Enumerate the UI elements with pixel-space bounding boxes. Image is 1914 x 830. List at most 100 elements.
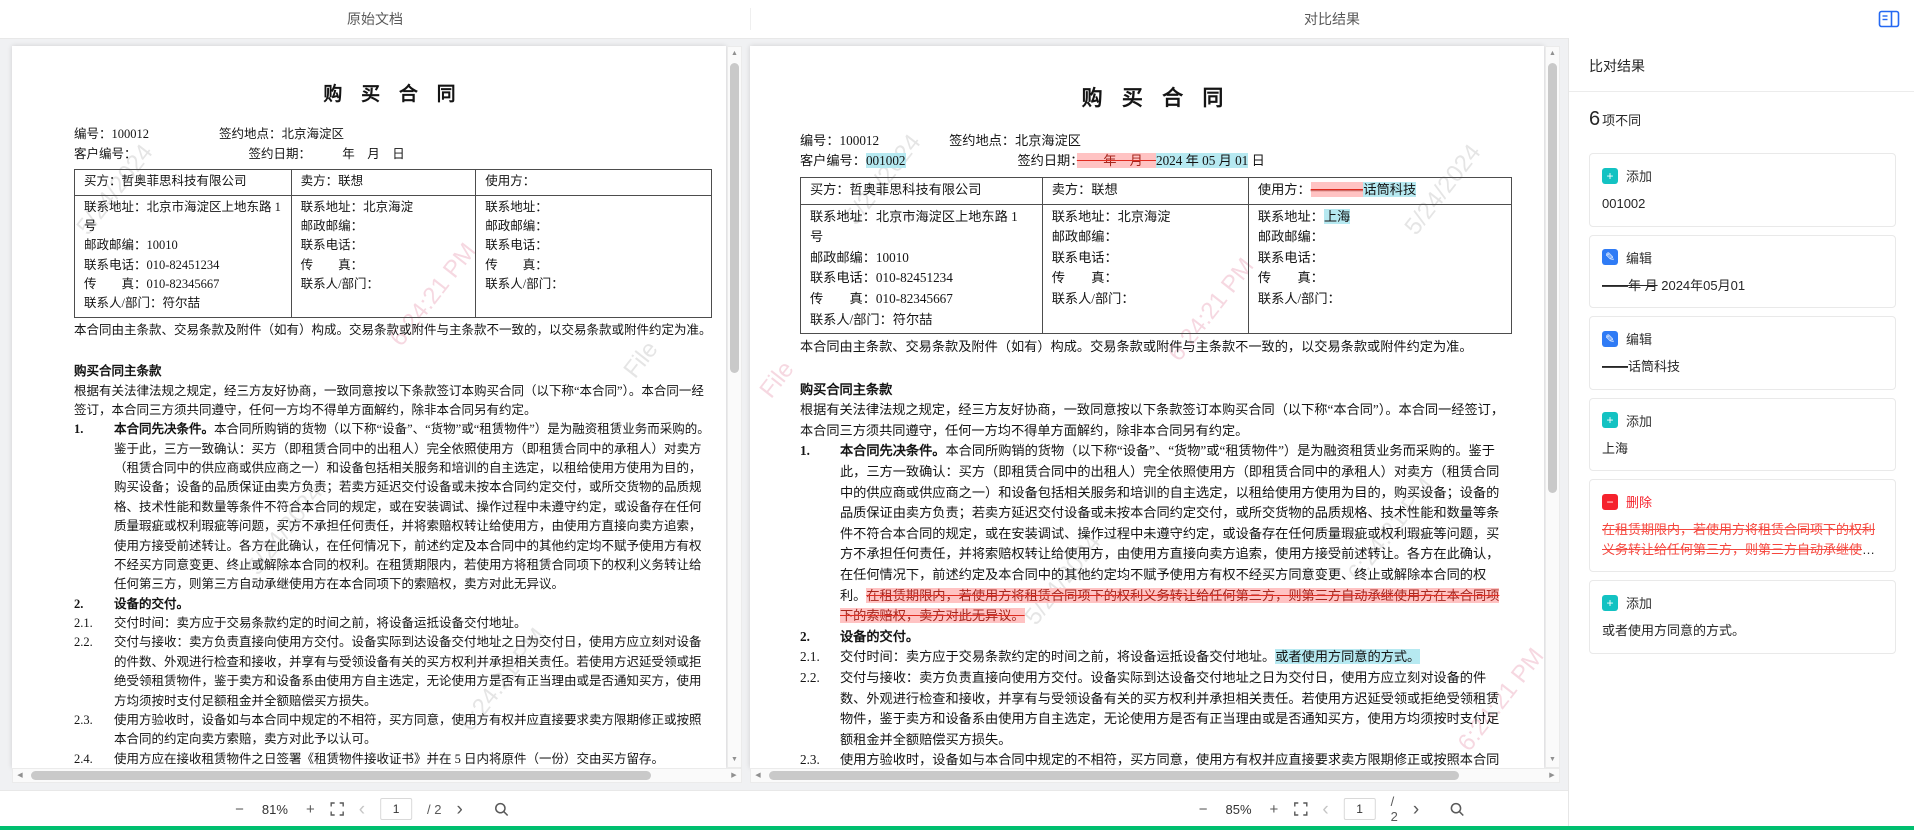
edit-icon: ✎ bbox=[1602, 331, 1618, 347]
vertical-scrollbar[interactable]: ▲ ▼ bbox=[1545, 46, 1560, 768]
compared-contract-content: 购 买 合 同 编号：100012签约地点：北京海淀区客户编号：001002签约… bbox=[750, 46, 1544, 768]
clause-text: 本合同先决条件。本合同所购销的货物（以下称“设备”、“货物”或“租赁物件”）是为… bbox=[840, 441, 1512, 626]
vertical-scroll-thumb[interactable] bbox=[1548, 63, 1557, 493]
text-segment: 编号：100012 bbox=[800, 133, 879, 148]
detail-line: 联系地址：北京海淀 bbox=[1052, 207, 1239, 228]
clause-number: 2. bbox=[74, 595, 114, 614]
detail-line: 邮政邮编： bbox=[485, 217, 702, 236]
fit-page-icon[interactable] bbox=[330, 802, 344, 816]
diff-card[interactable]: −删除在租赁期限内，若使用方将租赁合同项下的权利义务转让给任何第三方，则第三方自… bbox=[1589, 479, 1896, 572]
diff-text: ——年 月 2024年05月01 bbox=[1602, 276, 1883, 296]
search-icon[interactable] bbox=[494, 802, 509, 817]
clause-text: 交付与接收：卖方负责直接向使用方交付。设备实际到达设备交付地址之日为交付日，使用… bbox=[114, 633, 712, 711]
next-page-button[interactable]: › bbox=[1413, 800, 1419, 819]
detail-line: 联系地址：北京市海淀区上地东路 1 号 bbox=[810, 207, 1033, 248]
diff-card[interactable]: ✎编辑——话筒科技 bbox=[1589, 316, 1896, 390]
zoom-in-button[interactable]: + bbox=[1270, 802, 1279, 817]
text-segment: 签约日期： bbox=[1018, 153, 1077, 168]
party-header-cell: 买方：哲奥菲思科技有限公司 bbox=[75, 170, 292, 195]
clause-text: 设备的交付。 bbox=[114, 595, 712, 614]
compare-result-page[interactable]: 5/24/2024File6:24:21 PM5/24/20245/24/202… bbox=[750, 46, 1544, 768]
diff-segment-add: 或者使用方同意的方式。 bbox=[1275, 649, 1420, 664]
text-segment: 联系地址： bbox=[485, 200, 548, 214]
vertical-scroll-thumb[interactable] bbox=[730, 63, 739, 373]
diff-segment-del: 年 月 bbox=[1077, 153, 1156, 168]
scroll-down-icon[interactable]: ▼ bbox=[1546, 753, 1559, 767]
clause-text: 使用方应在接收租赁物件之日签署《租赁物件接收证书》并在 5 日内将原件（一份）交… bbox=[114, 750, 712, 768]
text-segment: 联系人/部门： bbox=[1052, 291, 1135, 306]
clause: 1.本合同先决条件。本合同所购销的货物（以下称“设备”、“货物”或“租赁物件”）… bbox=[800, 441, 1512, 626]
detail-line: 联系人/部门： bbox=[1258, 289, 1502, 310]
scroll-left-icon[interactable]: ◀ bbox=[13, 769, 27, 782]
sidebar-title: 比对结果 bbox=[1569, 38, 1914, 92]
diff-type-label: 添加 bbox=[1626, 593, 1652, 612]
diff-segment-add: 2024 年 05 月 01 bbox=[1156, 153, 1248, 168]
detail-line: 联系地址：北京市海淀区上地东路 1 号 bbox=[84, 198, 282, 237]
contract-meta-line: 编号：100012签约地点：北京海淀区 bbox=[74, 125, 712, 144]
parties-table: 买方：哲奥菲思科技有限公司卖方：联想使用方：联系地址：北京市海淀区上地东路 1 … bbox=[74, 169, 712, 318]
scroll-right-icon[interactable]: ▶ bbox=[727, 769, 741, 782]
text-segment: 设备的交付。 bbox=[840, 629, 919, 644]
horizontal-scroll-thumb[interactable] bbox=[769, 771, 1459, 780]
meta-left-field: 编号：100012 bbox=[800, 133, 879, 148]
fit-page-icon[interactable] bbox=[1293, 802, 1307, 816]
clause: 2.设备的交付。 bbox=[800, 627, 1512, 648]
detail-line: 传 真： bbox=[1258, 268, 1502, 289]
diff-type-label: 删除 bbox=[1626, 492, 1652, 511]
clause-number: 2.4. bbox=[74, 750, 114, 768]
prev-page-button[interactable]: ‹ bbox=[1322, 800, 1328, 819]
diff-type-label: 编辑 bbox=[1626, 248, 1652, 267]
diff-card[interactable]: +添加上海 bbox=[1589, 398, 1896, 472]
text-segment: 客户编号： bbox=[74, 147, 137, 161]
prev-page-button[interactable]: ‹ bbox=[359, 800, 365, 819]
compare-result-tab-title: 对比结果 bbox=[1304, 0, 1360, 38]
scroll-up-icon[interactable]: ▲ bbox=[728, 47, 741, 61]
text-segment: 联系人/部门：符尔喆 bbox=[84, 296, 200, 310]
clause-number: 1. bbox=[800, 441, 840, 626]
text-segment: 邮政邮编： bbox=[1258, 229, 1324, 244]
horizontal-scroll-thumb[interactable] bbox=[31, 771, 651, 780]
scroll-right-icon[interactable]: ▶ bbox=[1545, 769, 1559, 782]
zoom-out-button[interactable]: − bbox=[1199, 802, 1208, 817]
detail-line: 邮政邮编： bbox=[301, 217, 467, 236]
diff-card[interactable]: ✎编辑——年 月 2024年05月01 bbox=[1589, 235, 1896, 309]
search-icon[interactable] bbox=[1450, 802, 1465, 817]
party-detail-cell: 联系地址：北京市海淀区上地东路 1 号邮政邮编：10010联系电话：010-82… bbox=[801, 204, 1043, 334]
zoom-in-button[interactable]: + bbox=[306, 802, 315, 817]
page-total: / 2 bbox=[427, 802, 441, 817]
page-number-input[interactable] bbox=[380, 798, 412, 820]
scroll-down-icon[interactable]: ▼ bbox=[728, 753, 741, 767]
horizontal-scrollbar[interactable]: ◀ ▶ bbox=[12, 768, 742, 783]
text-segment: 联系电话：010-82451234 bbox=[84, 258, 219, 272]
main-terms-intro: 根据有关法律法规之规定，经三方友好协商，一致同意按以下条款签订本购买合同（以下称… bbox=[800, 400, 1512, 441]
add-icon: + bbox=[1602, 168, 1618, 184]
meta-left-field: 客户编号： bbox=[74, 147, 137, 161]
scroll-left-icon[interactable]: ◀ bbox=[751, 769, 765, 782]
page-number-input[interactable] bbox=[1344, 798, 1376, 820]
clause-number: 2.3. bbox=[74, 711, 114, 750]
diff-segment-add: 话筒科技 bbox=[1363, 182, 1416, 197]
toggle-sidebar-icon[interactable] bbox=[1878, 9, 1900, 29]
diff-card[interactable]: +添加001002 bbox=[1589, 153, 1896, 227]
text-segment: 001002 bbox=[1602, 196, 1645, 211]
detail-line: 传 真： bbox=[301, 256, 467, 275]
text-segment: 2024年05月01 bbox=[1658, 278, 1745, 293]
text-segment: 联系人/部门： bbox=[301, 277, 379, 291]
clause-text: 使用方验收时，设备如与本合同中规定的不相符，买方同意，使用方有权并应直接要求卖方… bbox=[114, 711, 712, 750]
vertical-scrollbar[interactable]: ▲ ▼ bbox=[727, 46, 742, 768]
detail-line: 传 真：010-82345667 bbox=[810, 289, 1033, 310]
diff-card[interactable]: +添加或者使用方同意的方式。 bbox=[1589, 580, 1896, 654]
contract-meta-line: 客户编号：001002签约日期： 年 月 2024 年 05 月 01 日 bbox=[800, 151, 1512, 172]
meta-right-field: 签约地点：北京海淀区 bbox=[219, 127, 344, 141]
zoom-out-button[interactable]: − bbox=[235, 802, 244, 817]
text-segment: 卖方：联想 bbox=[1052, 182, 1118, 197]
horizontal-scrollbar[interactable]: ◀ ▶ bbox=[750, 768, 1560, 783]
clause: 2.3.使用方验收时，设备如与本合同中规定的不相符，买方同意，使用方有权并应直接… bbox=[800, 750, 1512, 768]
next-page-button[interactable]: › bbox=[457, 800, 463, 819]
original-document-page[interactable]: 5/24/20246:24:21 PMFile5/24/20246:24:21 … bbox=[12, 46, 726, 768]
add-icon: + bbox=[1602, 412, 1618, 428]
text-segment: 交付与接收：卖方负责直接向使用方交付。设备实际到达设备交付地址之日为交付日，使用… bbox=[114, 635, 702, 707]
scroll-up-icon[interactable]: ▲ bbox=[1546, 47, 1559, 61]
text-segment: 联系人/部门： bbox=[1258, 291, 1341, 306]
text-segment: 买方：哲奥菲思科技有限公司 bbox=[84, 174, 247, 188]
